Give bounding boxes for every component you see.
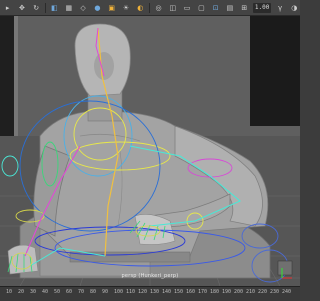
viewport-toolbar: ▸ ✥ ↻ ◧ ▦ ◇ ● ▣ ☀ ◐ ◎ ◫ ▭ ▢ ⊡ ▤ ⊞ 1.00 γ…	[0, 0, 300, 16]
exposure-field[interactable]: 1.00	[252, 2, 272, 13]
timeline-tick: 70	[78, 289, 85, 295]
smooth-shade-icon[interactable]: ●	[92, 2, 103, 13]
timeline-tick: 80	[90, 289, 97, 295]
timeline-tick: 170	[198, 289, 208, 295]
timeline-tick: 10	[6, 289, 13, 295]
timeline-tick: 20	[18, 289, 25, 295]
camera-icon[interactable]: ◧	[49, 2, 60, 13]
gamma-icon[interactable]: γ	[274, 2, 285, 13]
timeline-tick: 30	[30, 289, 37, 295]
field-chart-icon[interactable]: ⊞	[239, 2, 250, 13]
camera-label: persp (Hunkeri_perp)	[121, 273, 179, 279]
shadow-icon[interactable]: ◐	[135, 2, 146, 13]
timeline-tick: 130	[150, 289, 160, 295]
timeline-tick: 190	[222, 289, 232, 295]
timeline-tick: 110	[126, 289, 136, 295]
timeline-tick: 150	[174, 289, 184, 295]
timeline-tick: 180	[210, 289, 220, 295]
select-tool-icon[interactable]: ▸	[2, 2, 13, 13]
timeline-tick: 60	[66, 289, 73, 295]
timeline-tick: 210	[246, 289, 256, 295]
safe-frame-icon[interactable]: ⊡	[210, 2, 221, 13]
left-window-mullion	[14, 16, 18, 136]
timeline-tick: 240	[282, 289, 292, 295]
timeline-tick: 160	[186, 289, 196, 295]
toolbar-divider	[148, 2, 150, 13]
timeline-tick: 40	[42, 289, 49, 295]
grid-icon[interactable]: ▦	[63, 2, 74, 13]
right-window-frame	[250, 16, 300, 126]
timeline-tick: 200	[234, 289, 244, 295]
color-manage-icon[interactable]: ◑	[289, 2, 300, 13]
film-gate-icon[interactable]: ▭	[181, 2, 192, 13]
left-window-frame	[0, 16, 14, 136]
timeline-tick: 50	[54, 289, 61, 295]
xray-icon[interactable]: ◎	[153, 2, 164, 13]
gate-mask-icon[interactable]: ▤	[224, 2, 235, 13]
resolution-gate-icon[interactable]: ▢	[196, 2, 207, 13]
timeline-bar[interactable]: 10 20 30 40 50 60 70 80 90 100 110 120 1…	[0, 286, 300, 301]
light-icon[interactable]: ☀	[120, 2, 131, 13]
texture-icon[interactable]: ▣	[106, 2, 117, 13]
viewport-canvas[interactable]	[0, 16, 300, 286]
3d-viewport[interactable]	[0, 16, 300, 286]
timeline-tick: 90	[102, 289, 109, 295]
timeline-tick: 120	[138, 289, 148, 295]
wireframe-icon[interactable]: ◇	[77, 2, 88, 13]
timeline-tick: 230	[270, 289, 280, 295]
timeline-tick: 220	[258, 289, 268, 295]
rotate-tool-icon[interactable]: ↻	[31, 2, 42, 13]
timeline-tick: 100	[114, 289, 124, 295]
toolbar-divider	[44, 2, 46, 13]
timeline-tick: 140	[162, 289, 172, 295]
move-tool-icon[interactable]: ✥	[16, 2, 27, 13]
isolate-icon[interactable]: ◫	[167, 2, 178, 13]
